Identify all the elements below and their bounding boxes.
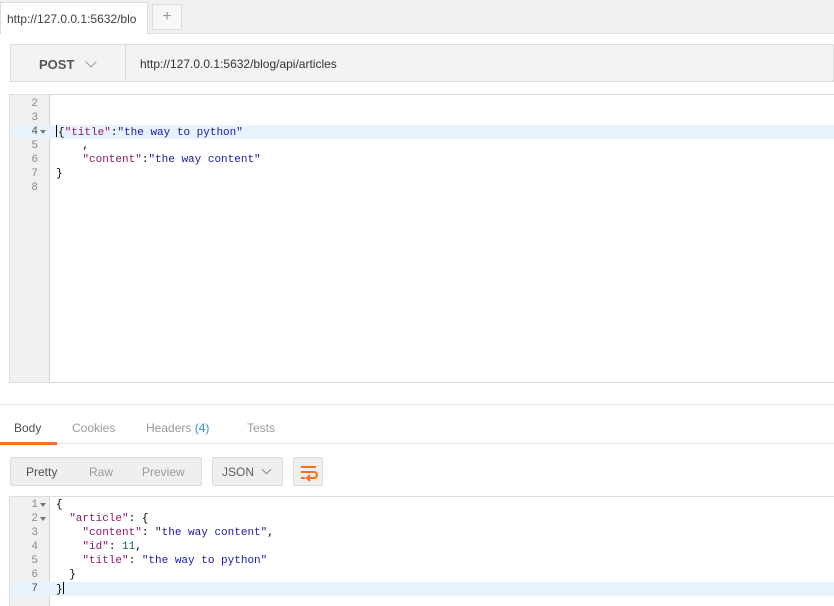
code-text: "article": { [69, 513, 149, 525]
pretty-button[interactable]: Pretty [26, 465, 57, 479]
tab-headers-label: Headers [146, 421, 192, 435]
code-text: "id": 11, [82, 541, 142, 553]
code-line: 2 "article": { [10, 512, 834, 526]
wrap-lines-icon [301, 466, 318, 482]
line-number: 4 [31, 541, 38, 553]
code-text: , [56, 140, 90, 152]
line-number: 6 [31, 154, 38, 166]
code-line-active: 7 } [10, 582, 834, 596]
preview-button[interactable]: Preview [142, 465, 185, 479]
line-number: 7 [31, 168, 38, 180]
code-text: } [56, 168, 63, 180]
method-label: POST [39, 57, 75, 72]
plus-icon: + [162, 8, 172, 25]
active-tab-indicator [0, 442, 57, 445]
raw-button[interactable]: Raw [89, 465, 113, 479]
tab-tests[interactable]: Tests [247, 421, 275, 435]
line-number: 8 [31, 182, 38, 194]
line-number: 2 [31, 98, 38, 110]
line-number: 7 [31, 583, 38, 595]
line-number: 5 [31, 555, 38, 567]
code-text: "content":"the way content" [82, 154, 261, 166]
headers-count-badge: (4) [194, 421, 210, 435]
line-number: 5 [31, 140, 38, 152]
code-text: } [56, 569, 76, 581]
response-tabs: Body Cookies Headers (4) Tests [0, 404, 834, 445]
code-text: {"title":"the way to python" [56, 125, 243, 140]
code-line: 6 } [10, 568, 834, 582]
code-line: 1 { [10, 498, 834, 512]
chevron-down-icon [85, 56, 97, 68]
format-select[interactable]: JSON [212, 457, 283, 486]
code-line: 5 "title": "the way to python" [10, 554, 834, 568]
tab-strip: http://127.0.0.1:5632/blo + [0, 0, 834, 34]
method-select[interactable]: POST [11, 45, 126, 81]
line-number: 1 [31, 499, 38, 511]
code-token: {"title":"the way to python" [58, 127, 243, 139]
code-text: } [56, 582, 65, 597]
code-text: "content": "the way content", [82, 527, 274, 539]
wrap-lines-button[interactable] [293, 457, 323, 486]
line-number: 3 [31, 112, 38, 124]
code-text: "title": "the way to python" [82, 555, 268, 567]
code-line: 5 , [10, 139, 834, 153]
line-number: 3 [31, 527, 38, 539]
format-label: JSON [222, 465, 255, 479]
code-token: } [56, 584, 63, 596]
chevron-down-icon [261, 464, 272, 475]
code-line-active: 4 {"title":"the way to python" [10, 125, 834, 139]
code-line: 6 "content":"the way content" [10, 153, 834, 167]
tab-body[interactable]: Body [14, 421, 41, 435]
code-line: 3 "content": "the way content", [10, 526, 834, 540]
request-tab[interactable]: http://127.0.0.1:5632/blo [0, 2, 148, 34]
request-bar: POST http://127.0.0.1:5632/blog/api/arti… [10, 44, 834, 82]
code-line: 4 "id": 11, [10, 540, 834, 554]
tab-cookies[interactable]: Cookies [72, 421, 115, 435]
code-text: { [56, 499, 63, 511]
code-line: 8 [10, 181, 834, 195]
request-tab-label: http://127.0.0.1:5632/blo [7, 12, 137, 26]
fold-arrow-icon[interactable] [40, 130, 46, 134]
line-number: 2 [31, 513, 38, 525]
tab-headers[interactable]: Headers (4) [146, 421, 209, 435]
text-cursor [62, 582, 64, 594]
line-number: 6 [31, 569, 38, 581]
view-mode-group: Pretty Raw Preview [10, 457, 202, 486]
request-body-editor[interactable]: 2 3 4 {"title":"the way to python" 5 , 6… [9, 94, 834, 383]
text-cursor [56, 125, 57, 137]
code-line: 2 [10, 97, 834, 111]
url-input[interactable]: http://127.0.0.1:5632/blog/api/articles [140, 57, 337, 71]
code-line: 7 } [10, 167, 834, 181]
line-number: 4 [31, 126, 38, 138]
response-body-viewer[interactable]: 1 { 2 "article": { 3 "content": "the way… [9, 496, 834, 606]
new-tab-button[interactable]: + [152, 4, 182, 30]
fold-arrow-icon[interactable] [40, 503, 46, 507]
code-line: 3 [10, 111, 834, 125]
fold-arrow-icon[interactable] [40, 517, 46, 521]
